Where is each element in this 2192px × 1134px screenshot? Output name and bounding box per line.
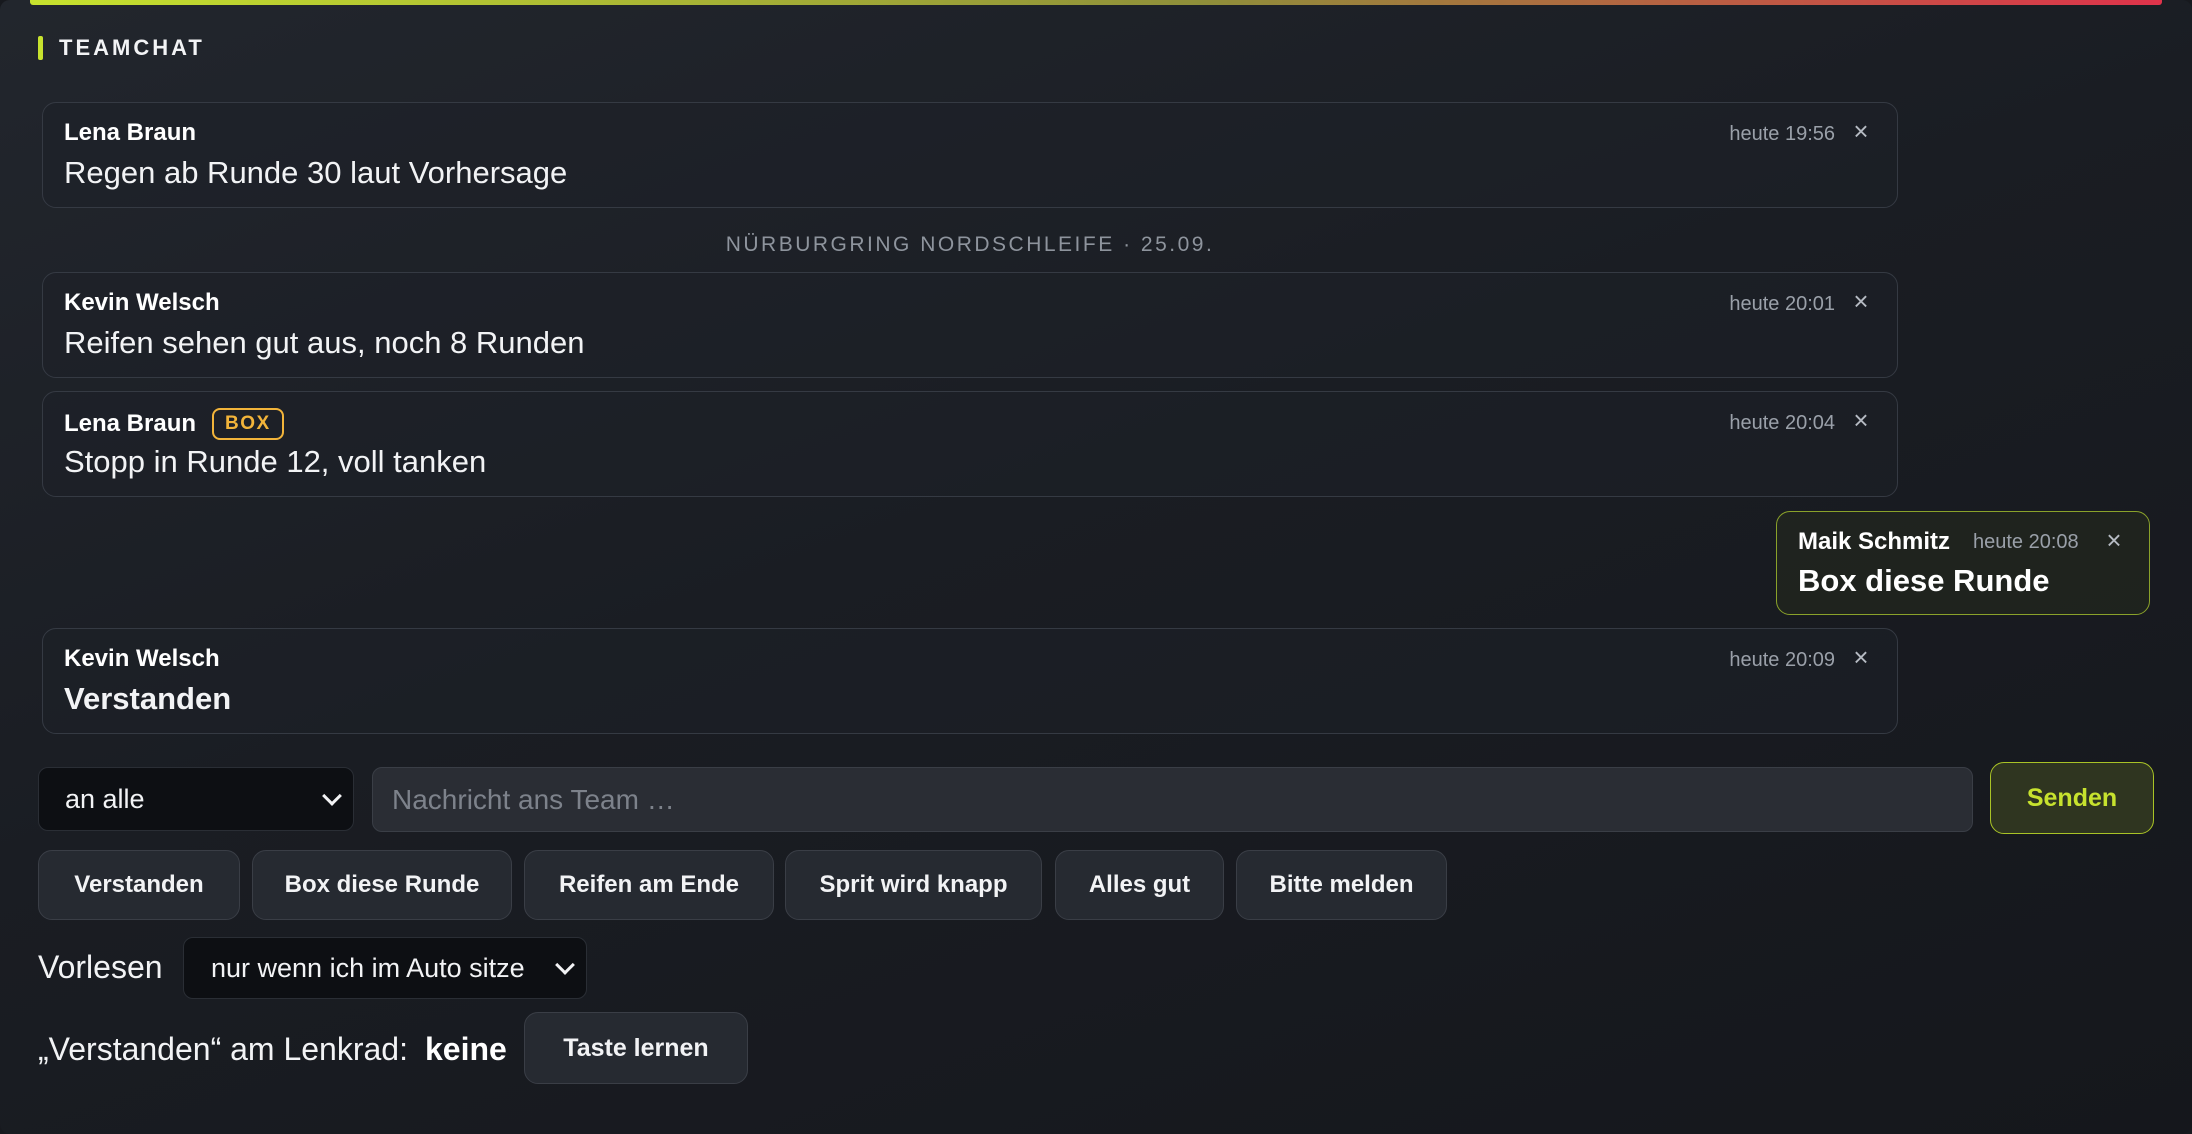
header-accent-bar	[38, 36, 43, 60]
learn-key-button[interactable]: Taste lernen	[524, 1012, 748, 1084]
quick-reply-button[interactable]: Verstanden	[38, 850, 240, 920]
tts-select[interactable]: nur wenn ich im Auto sitze	[183, 937, 587, 999]
message-time: heute 20:08	[1973, 531, 2079, 553]
chat-message: Kevin Welsch heute 20:09 × Verstanden	[42, 628, 1898, 734]
close-icon[interactable]: ×	[1847, 117, 1875, 145]
tts-value: nur wenn ich im Auto sitze	[211, 952, 525, 983]
message-time: heute 20:09	[1729, 649, 1835, 671]
chat-message: Lena Braun heute 19:56 × Regen ab Runde …	[42, 102, 1898, 208]
message-author: Lena Braun	[64, 119, 196, 147]
message-text: Stopp in Runde 12, voll tanken	[64, 444, 487, 479]
message-author: Kevin Welsch	[64, 645, 220, 673]
wheel-key-value: keine	[425, 1031, 507, 1067]
message-author: Kevin Welsch	[64, 289, 220, 317]
author-name: Kevin Welsch	[64, 645, 220, 672]
panel-header: TEAMCHAT	[38, 35, 205, 60]
own-message: Maik Schmitz heute 20:08 × Box diese Run…	[1776, 511, 2150, 615]
chat-message: Lena Braun BOX heute 20:04 × Stopp in Ru…	[42, 391, 1898, 497]
message-input[interactable]: Nachricht ans Team …	[372, 767, 1973, 832]
message-author: Maik Schmitz	[1798, 528, 1951, 555]
author-name: Lena Braun	[64, 119, 197, 146]
chevron-down-icon	[322, 786, 342, 806]
quick-reply-button[interactable]: Reifen am Ende	[524, 850, 774, 920]
recipient-value: an alle	[65, 783, 145, 814]
message-time: heute 20:01	[1729, 293, 1835, 315]
author-name: Lena Braun	[64, 410, 197, 437]
message-input-placeholder: Nachricht ans Team …	[392, 783, 675, 815]
recipient-select[interactable]: an alle	[38, 767, 354, 831]
panel-title: TEAMCHAT	[59, 35, 205, 60]
send-button[interactable]: Senden	[1990, 762, 2154, 834]
wheel-label: „Verstanden“ am Lenkrad:	[38, 1031, 408, 1067]
message-text: Regen ab Runde 30 laut Vorhersage	[64, 155, 568, 190]
close-icon[interactable]: ×	[1847, 643, 1875, 671]
quick-reply-button[interactable]: Sprit wird knapp	[785, 850, 1042, 920]
status-gradient-line	[30, 0, 2162, 5]
chevron-down-icon	[555, 955, 575, 975]
message-text: Verstanden	[64, 681, 232, 716]
quick-reply-button[interactable]: Alles gut	[1055, 850, 1224, 920]
close-icon[interactable]: ×	[2100, 526, 2128, 554]
chat-message: Kevin Welsch heute 20:01 × Reifen sehen …	[42, 272, 1898, 378]
race-date-divider: NÜRBURGRING NORDSCHLEIFE · 25.09.	[725, 233, 1215, 256]
quick-reply-button[interactable]: Box diese Runde	[252, 850, 512, 920]
message-time: heute 19:56	[1729, 123, 1835, 145]
quick-reply-button[interactable]: Bitte melden	[1236, 850, 1447, 920]
message-text: Box diese Runde	[1798, 563, 2050, 598]
message-author: Lena Braun BOX	[64, 408, 284, 440]
close-icon[interactable]: ×	[1847, 287, 1875, 315]
author-name: Kevin Welsch	[64, 289, 220, 316]
close-icon[interactable]: ×	[1847, 406, 1875, 434]
box-badge: BOX	[212, 408, 284, 440]
message-text: Reifen sehen gut aus, noch 8 Runden	[64, 325, 585, 360]
teamchat-panel: TEAMCHAT Lena Braun heute 19:56 × Regen …	[0, 0, 2192, 1134]
message-time: heute 20:04	[1729, 412, 1835, 434]
tts-label: Vorlesen	[38, 949, 163, 985]
